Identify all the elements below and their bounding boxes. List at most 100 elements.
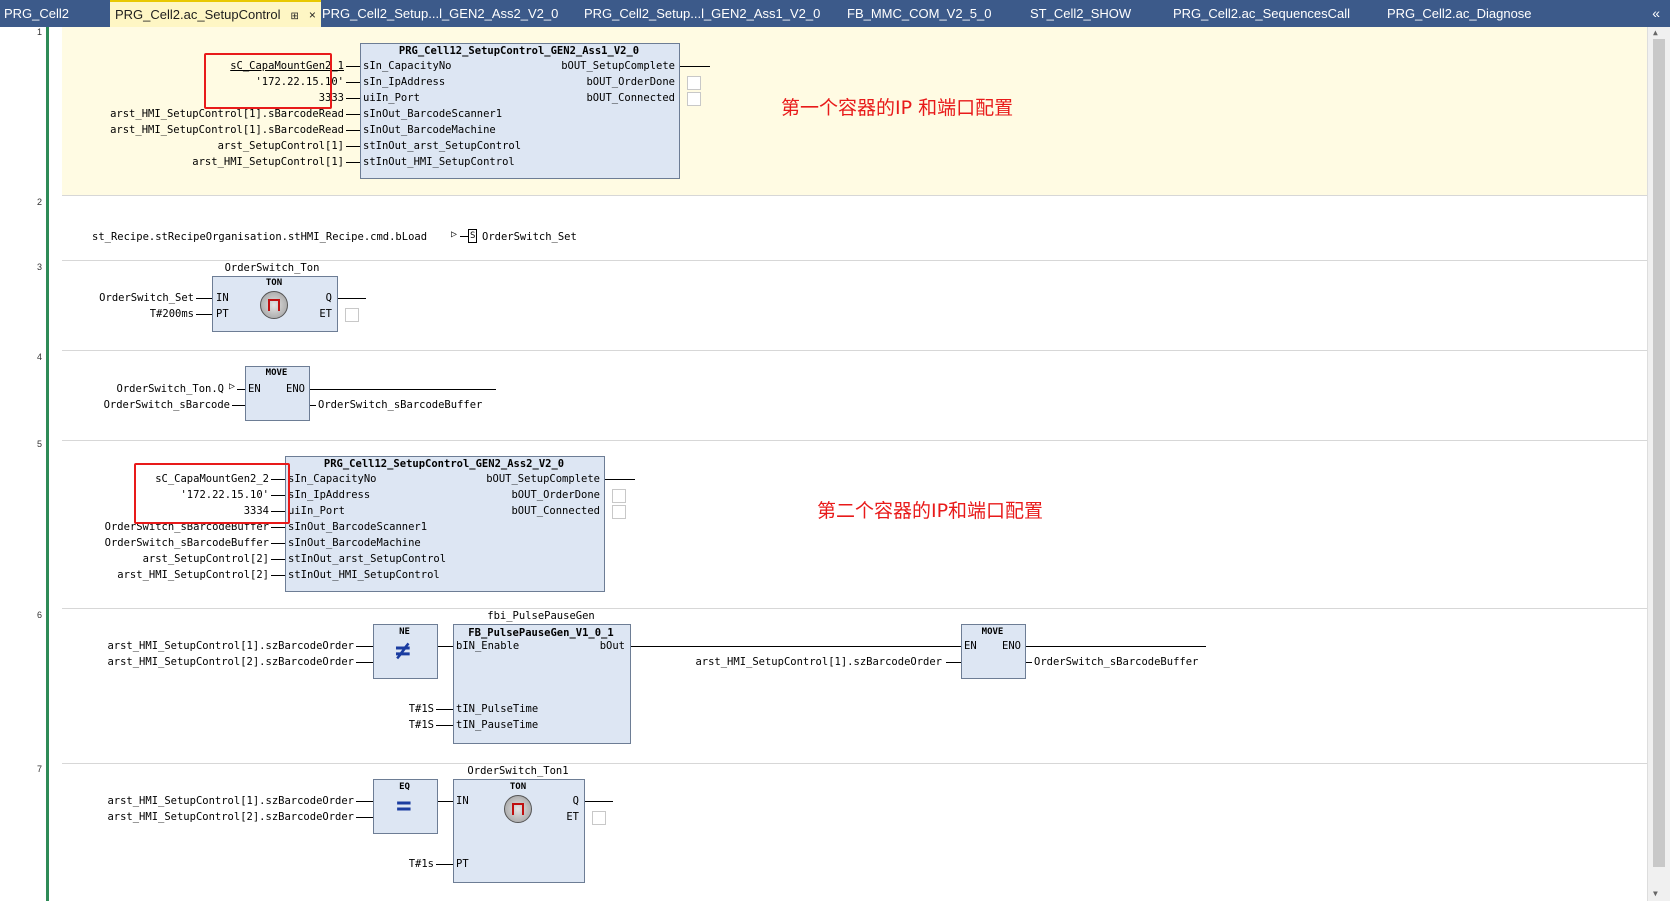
tab-diagnose[interactable]: PRG_Cell2.ac_Diagnose [1387,0,1532,27]
input-variable[interactable]: arst_SetupControl[1] [72,140,344,152]
output-placeholder[interactable] [687,76,701,90]
network-number: 3 [37,262,43,272]
network-5[interactable]: PRG_Cell12_SetupControl_GEN2_Ass2_V2_0 s… [62,440,1648,609]
output-placeholder[interactable] [687,92,701,106]
network-1[interactable]: PRG_Cell12_SetupControl_GEN2_Ass1_V2_0 s… [62,27,1648,196]
tab-setupcontrol[interactable]: PRG_Cell2.ac_SetupControl ⊞ × [110,0,321,27]
pin-icon[interactable]: ⊞ [290,11,298,22]
fb-instance-name: OrderSwitch_Ton1 [467,765,569,777]
scroll-up-icon[interactable]: ▲ [1653,28,1658,37]
vertical-scrollbar[interactable]: ▲ ▼ [1647,27,1670,901]
wire [310,389,496,390]
input-variable[interactable]: T#200ms [72,308,194,320]
wire [271,559,285,560]
input-variable[interactable]: arst_HMI_SetupControl[2].szBarcodeOrder [72,811,354,823]
input-variable[interactable]: T#1S [362,703,434,715]
tab-label: PRG_Cell2_Setup...l_GEN2_Ass2_V2_0 [322,6,559,21]
wire [346,98,360,99]
output-variable[interactable]: OrderSwitch_sBarcodeBuffer [1034,656,1198,668]
input-variable[interactable]: arst_HMI_SetupControl[1].szBarcodeOrder [72,795,354,807]
input-variable[interactable]: arst_HMI_SetupControl[1] [72,156,344,168]
wire [356,662,373,663]
network-7[interactable]: EQ = arst_HMI_SetupControl[1].szBarcodeO… [62,763,1648,901]
timer-icon [504,795,532,823]
fb-output-label: bOut [599,640,625,652]
input-variable[interactable]: arst_HMI_SetupControl[1].szBarcodeOrder [72,640,354,652]
input-variable[interactable]: arst_HMI_SetupControl[1].szBarcodeOrder [622,656,942,668]
output-placeholder[interactable] [612,505,626,519]
tab-setupcontrol-ass2[interactable]: PRG_Cell2_Setup...l_GEN2_Ass2_V2_0 [322,0,558,27]
annotation-text: 第二个容器的IP和端口配置 [817,500,1044,522]
fb-input-label: sIn_CapacityNo [363,60,452,72]
tab-label: PRG_Cell2 [4,6,70,21]
fbd-editor: 1 2 3 4 5 6 7 PRG_Cell12_SetupControl_GE… [0,27,1670,901]
fb-input-label: uiIn_Port [363,92,420,104]
highlight-box [134,463,290,524]
network-number: 5 [37,439,43,449]
wire [680,66,710,67]
scroll-thumb[interactable] [1653,39,1665,867]
tab-label: PRG_Cell2_Setup...l_GEN2_Ass1_V2_0 [584,6,821,21]
output-placeholder[interactable] [612,489,626,503]
fb-input-label: uiIn_Port [288,505,345,517]
network-6[interactable]: NE ≠ arst_HMI_SetupControl[1].szBarcodeO… [62,608,1648,764]
wire [346,162,360,163]
network-2[interactable]: st_Recipe.stRecipeOrganisation.stHMI_Rec… [62,195,1648,261]
input-variable[interactable]: arst_HMI_SetupControl[2] [72,569,269,581]
network-4[interactable]: MOVE EN ENO OrderSwitch_Ton.Q ▷ OrderSwi… [62,350,1648,441]
tab-fb-mmc-com[interactable]: FB_MMC_COM_V2_5_0 [847,0,992,27]
scroll-down-icon[interactable]: ▼ [1653,889,1658,898]
input-variable[interactable]: OrderSwitch_sBarcode [72,399,230,411]
input-variable[interactable]: OrderSwitch_Set [72,292,194,304]
fb-output-label: Q [572,795,579,807]
input-variable[interactable]: OrderSwitch_Ton.Q [72,383,224,395]
fb-input-label: tIN_PulseTime [456,703,539,715]
input-variable[interactable]: arst_HMI_SetupControl[1].sBarcodeRead [72,108,344,120]
contact-variable[interactable]: st_Recipe.stRecipeOrganisation.stHMI_Rec… [92,231,427,243]
wire [346,66,360,67]
fb-input-label: sIn_IpAddress [288,489,371,501]
coil-variable[interactable]: OrderSwitch_Set [482,231,577,243]
fb-name: FB_PulsePauseGen_V1_0_1 [468,627,614,639]
wire [196,298,212,299]
input-variable[interactable]: T#1S [362,719,434,731]
wire [436,864,453,865]
fb-name: PRG_Cell12_SetupControl_GEN2_Ass2_V2_0 [323,458,565,470]
fb-output-label: ET [319,308,332,320]
fb-instance-name: fbi_PulsePauseGen [487,610,595,622]
wire [196,314,212,315]
tab-label: FB_MMC_COM_V2_5_0 [847,6,992,21]
tab-st-cell2-show[interactable]: ST_Cell2_SHOW [1030,0,1131,27]
wire [346,130,360,131]
tab-overflow-icon[interactable]: « [1652,0,1660,27]
output-variable[interactable]: OrderSwitch_sBarcodeBuffer [318,399,482,411]
wire [585,801,613,802]
input-variable[interactable]: OrderSwitch_sBarcodeBuffer [72,537,269,549]
wire [356,817,373,818]
input-variable[interactable]: arst_HMI_SetupControl[1].sBarcodeRead [72,124,344,136]
tab-prg-cell2[interactable]: PRG_Cell2 [4,0,69,27]
wire [237,389,245,390]
output-placeholder[interactable] [592,811,606,825]
tab-setupcontrol-ass1[interactable]: PRG_Cell2_Setup...l_GEN2_Ass1_V2_0 [584,0,820,27]
close-icon[interactable]: × [309,8,316,22]
input-variable[interactable]: arst_SetupControl[2] [72,553,269,565]
fb-output-label: bOUT_OrderDone [586,76,675,88]
wire [338,298,366,299]
equal-icon: = [396,791,412,821]
network-number: 7 [37,764,43,774]
fb-input-label: PT [456,858,469,870]
network-number: 6 [37,610,43,620]
network-3[interactable]: OrderSwitch_Ton TON IN PT Q ET OrderSwit… [62,260,1648,351]
wire [232,405,245,406]
wire [271,575,285,576]
fb-output-label: ENO [1002,640,1021,652]
wire [438,801,453,802]
fb-output-label: bOUT_SetupComplete [561,60,675,72]
output-placeholder[interactable] [345,308,359,322]
input-variable[interactable]: T#1s [362,858,434,870]
input-variable[interactable]: arst_HMI_SetupControl[2].szBarcodeOrder [72,656,354,668]
tab-label: PRG_Cell2.ac_SetupControl [115,7,281,22]
fb-output-label: bOUT_Connected [586,92,675,104]
tab-sequencescall[interactable]: PRG_Cell2.ac_SequencesCall [1173,0,1350,27]
